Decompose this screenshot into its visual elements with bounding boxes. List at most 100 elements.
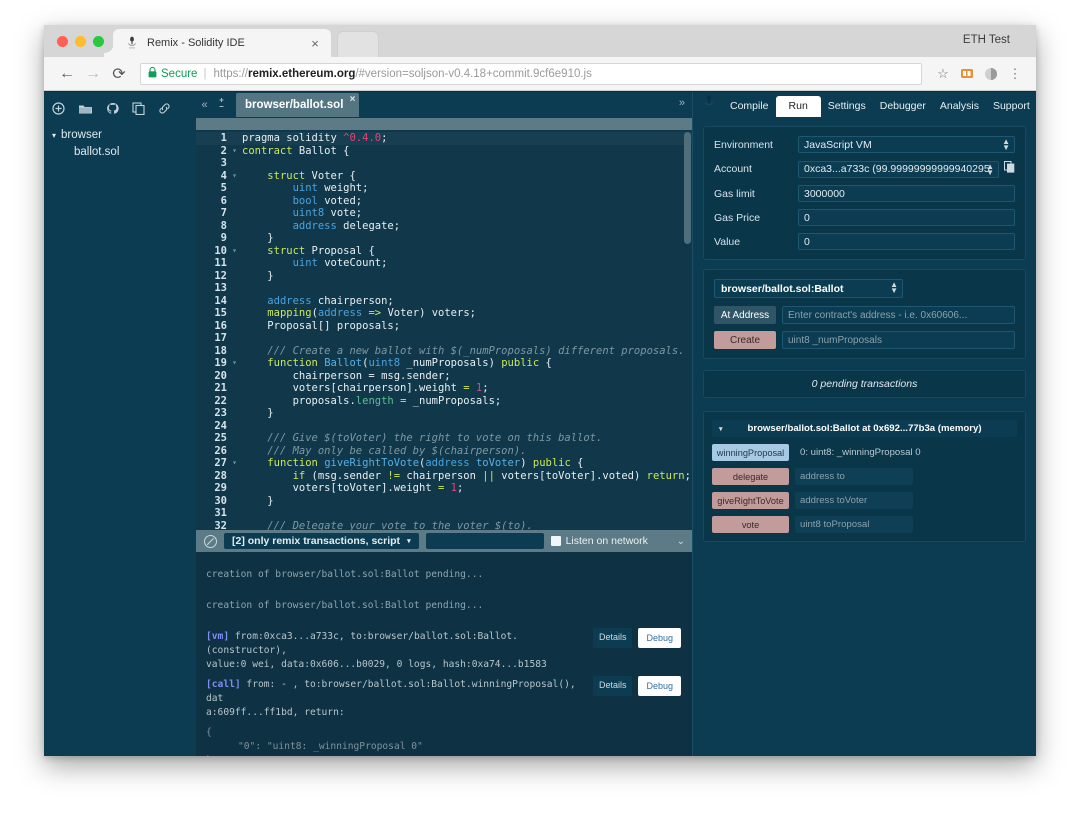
code-line[interactable]: 27 ▾ function giveRightToVote(address toV…: [196, 457, 693, 470]
code-line[interactable]: 31: [196, 507, 693, 520]
function-button-giveRightToVote[interactable]: giveRightToVote: [712, 492, 789, 509]
instance-header[interactable]: ▾ browser/ballot.sol:Ballot at 0x692...7…: [712, 420, 1017, 437]
copy-address-icon[interactable]: [1004, 160, 1015, 178]
profile-avatar-icon[interactable]: [980, 63, 1002, 85]
profile-name-label[interactable]: ETH Test: [963, 34, 1010, 46]
new-tab-button[interactable]: [337, 31, 379, 57]
code-line[interactable]: 13: [196, 282, 693, 295]
code-line[interactable]: 19 ▾ function Ballot(uint8 _numProposals)…: [196, 357, 693, 370]
terminal-search-input[interactable]: [425, 533, 544, 549]
function-button-delegate[interactable]: delegate: [712, 468, 789, 485]
font-size-icon[interactable]: [213, 97, 230, 113]
editor-tab-close-icon[interactable]: ×: [350, 94, 356, 105]
code-fold-icon[interactable]: ▾: [230, 145, 239, 158]
setting-value-account[interactable]: 0xca3...a733c (99.99999999999940295 ▲ ▼: [798, 160, 999, 178]
terminal-output[interactable]: creation of browser/ballot.sol:Ballot pe…: [196, 552, 693, 756]
code-line[interactable]: 21 voters[chairperson].weight = 1;: [196, 382, 693, 395]
github-icon[interactable]: [106, 102, 119, 120]
debug-button[interactable]: Debug: [638, 676, 681, 696]
code-line[interactable]: 11 uint voteCount;: [196, 257, 693, 270]
code-line[interactable]: 24: [196, 420, 693, 433]
code-line[interactable]: 9 }: [196, 232, 693, 245]
extension-icon[interactable]: [956, 63, 978, 85]
code-fold-icon[interactable]: ▾: [230, 357, 239, 370]
code-editor[interactable]: 1 pragma solidity ^0.4.0; 2 ▾ contract Ballo…: [196, 130, 693, 530]
code-line[interactable]: 28 if (msg.sender != chairperson || vote…: [196, 470, 693, 483]
terminal-collapse-icon[interactable]: ⌄: [677, 536, 685, 547]
browser-menu-icon[interactable]: ⋮: [1004, 63, 1026, 85]
code-line[interactable]: 25 /// Give $(toVoter) the right to vote…: [196, 432, 693, 445]
back-button[interactable]: ←: [54, 61, 80, 87]
details-button[interactable]: Details: [592, 676, 633, 696]
function-button-vote[interactable]: vote: [712, 516, 789, 533]
code-line[interactable]: 18 /// Create a new ballot with $(_numPr…: [196, 345, 693, 358]
copy-icon[interactable]: [132, 102, 145, 120]
listen-on-network-toggle[interactable]: Listen on network: [550, 535, 648, 547]
editor-tab-ballot-sol[interactable]: browser/ballot.sol ×: [236, 93, 360, 117]
tab-close-icon[interactable]: ×: [307, 37, 323, 50]
function-input-vote[interactable]: uint8 toProposal: [795, 516, 913, 533]
at-address-input[interactable]: Enter contract's address - i.e. 0x60606.…: [782, 306, 1015, 324]
run-tab-run[interactable]: Run: [775, 96, 821, 117]
window-minimize-button[interactable]: [75, 36, 86, 47]
contract-select-dropdown[interactable]: browser/ballot.sol:Ballot ▲ ▼: [714, 279, 903, 298]
address-bar[interactable]: Secure | https:// remix.ethereum.org /#v…: [140, 62, 922, 85]
code-line[interactable]: 32 /// Delegate your vote to the voter $…: [196, 520, 693, 530]
setting-value-environment[interactable]: JavaScript VM ▲ ▼: [798, 136, 1015, 153]
code-fold-icon[interactable]: ▾: [230, 170, 239, 183]
setting-value-gas-price[interactable]: 0: [798, 209, 1015, 226]
code-line[interactable]: 12 }: [196, 270, 693, 283]
window-close-button[interactable]: [57, 36, 68, 47]
code-line[interactable]: 8 address delegate;: [196, 220, 693, 233]
code-line[interactable]: 23 }: [196, 407, 693, 420]
open-folder-icon[interactable]: [78, 102, 93, 120]
clear-console-icon[interactable]: [204, 534, 217, 548]
debug-button[interactable]: Debug: [638, 628, 681, 648]
function-input-giveRightToVote[interactable]: address toVoter: [795, 492, 913, 509]
link-icon[interactable]: [158, 102, 171, 120]
code-line[interactable]: 5 uint weight;: [196, 182, 693, 195]
function-input-delegate[interactable]: address to: [795, 468, 913, 485]
window-maximize-button[interactable]: [93, 36, 104, 47]
collapse-panel-icon[interactable]: «: [196, 99, 213, 111]
file-tree-root[interactable]: ▾ browser: [52, 129, 196, 141]
code-line[interactable]: 30 }: [196, 495, 693, 508]
create-params-input[interactable]: uint8 _numProposals: [782, 331, 1015, 349]
bookmark-star-icon[interactable]: ☆: [932, 63, 954, 85]
function-button-winningProposal[interactable]: winningProposal: [712, 444, 789, 461]
expand-panel-icon[interactable]: »: [679, 97, 685, 109]
code-line[interactable]: 22 proposals.length = _numProposals;: [196, 395, 693, 408]
create-button[interactable]: Create: [714, 331, 776, 349]
setting-value-value[interactable]: 0: [798, 233, 1015, 250]
terminal-log-entry[interactable]: [call] from: - , to:browser/ballot.sol:B…: [206, 676, 683, 720]
terminal-filter-dropdown[interactable]: [2] only remix transactions, script ▾: [224, 533, 419, 549]
code-fold-icon[interactable]: ▾: [230, 245, 239, 258]
file-tree-item-ballot-sol[interactable]: ballot.sol: [52, 146, 196, 158]
run-tab-settings[interactable]: Settings: [821, 96, 873, 117]
checkbox-icon[interactable]: [550, 536, 561, 546]
code-line[interactable]: 14 address chairperson;: [196, 295, 693, 308]
run-tab-debugger[interactable]: Debugger: [873, 96, 933, 117]
code-line[interactable]: 20 chairperson = msg.sender;: [196, 370, 693, 383]
at-address-button[interactable]: At Address: [714, 306, 776, 324]
code-line[interactable]: 26 /// May only be called by $(chairpers…: [196, 445, 693, 458]
code-line[interactable]: 2 ▾ contract Ballot {: [196, 145, 693, 158]
setting-value-gas-limit[interactable]: 3000000: [798, 185, 1015, 202]
code-line[interactable]: 16 Proposal[] proposals;: [196, 320, 693, 333]
code-line[interactable]: 6 bool voted;: [196, 195, 693, 208]
details-button[interactable]: Details: [592, 628, 633, 648]
forward-button[interactable]: →: [80, 61, 106, 87]
browser-tab[interactable]: Remix - Solidity IDE ×: [104, 29, 331, 57]
run-tab-analysis[interactable]: Analysis: [933, 96, 986, 117]
code-line[interactable]: 1 pragma solidity ^0.4.0;: [196, 132, 693, 145]
terminal-log-entry[interactable]: [vm] from:0xca3...a733c, to:browser/ball…: [206, 628, 683, 672]
reload-button[interactable]: ⟳: [106, 61, 132, 87]
code-line[interactable]: 17: [196, 332, 693, 345]
create-file-icon[interactable]: [52, 102, 65, 120]
code-line[interactable]: 15 mapping(address => Voter) voters;: [196, 307, 693, 320]
run-tab-support[interactable]: Support: [986, 96, 1036, 117]
code-scrollbar[interactable]: [684, 132, 691, 244]
code-fold-icon[interactable]: ▾: [230, 457, 239, 470]
code-line[interactable]: 4 ▾ struct Voter {: [196, 170, 693, 183]
code-line[interactable]: 10 ▾ struct Proposal {: [196, 245, 693, 258]
